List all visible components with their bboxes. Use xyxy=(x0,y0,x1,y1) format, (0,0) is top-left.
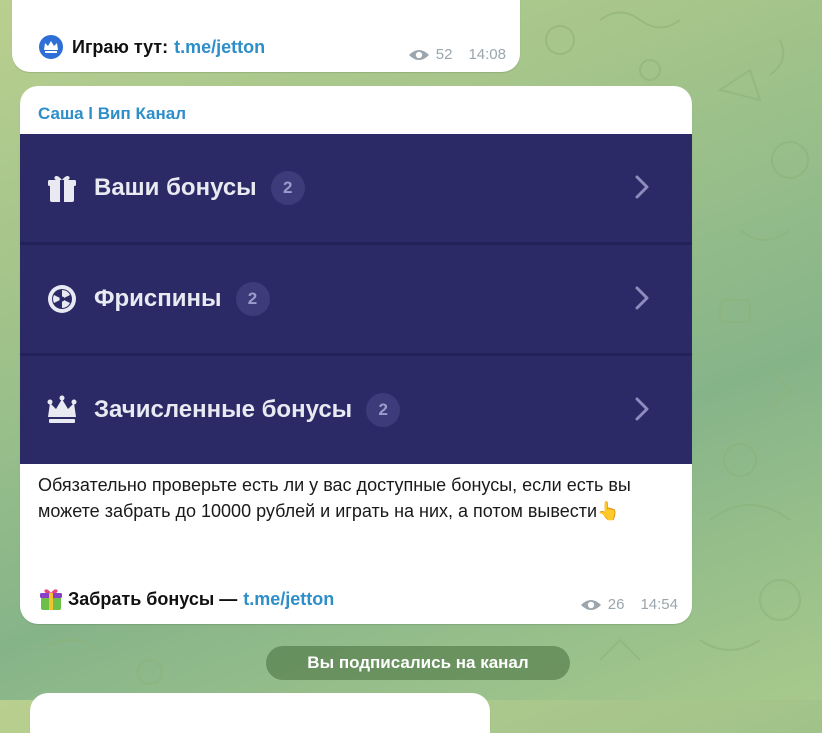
menu-count-badge: 2 xyxy=(235,282,270,316)
menu-row-bonuses: Ваши бонусы 2 xyxy=(20,134,692,242)
pointing-up-emoji: 👆 xyxy=(597,501,620,521)
message-body-text: Обязательно проверьте есть ли у вас дост… xyxy=(38,472,678,524)
message-bubble-top: Играю тут: t.me/jetton 52 14:08 xyxy=(12,0,520,72)
menu-count-badge: 2 xyxy=(270,171,305,205)
message-meta: 52 14:08 xyxy=(408,46,506,63)
menu-label-freespins: Фриспины xyxy=(94,285,222,312)
bonus-menu-image[interactable]: Ваши бонусы 2 Фриспины 2 Зачисленные бон… xyxy=(20,134,692,464)
views-count: 26 xyxy=(607,596,625,613)
message-bubble-next xyxy=(30,693,490,733)
message-meta: 26 14:54 xyxy=(580,596,678,613)
menu-label-credited-bonuses: Зачисленные бонусы xyxy=(94,396,353,423)
menu-count-badge: 2 xyxy=(366,393,401,427)
service-message-subscribed: Вы подписались на канал xyxy=(266,646,570,680)
gift-icon xyxy=(44,170,80,206)
menu-label-bonuses: Ваши бонусы xyxy=(94,174,257,201)
wheel-icon xyxy=(44,281,80,317)
crown-badge-icon xyxy=(38,34,64,60)
message-prefix-text: Играю тут: xyxy=(72,36,169,57)
message-footer-line: Играю тут: t.me/jetton xyxy=(38,34,265,60)
sender-name[interactable]: Саша l Вип Канал xyxy=(38,104,186,124)
message-time: 14:54 xyxy=(640,596,678,613)
crown-icon xyxy=(44,392,80,428)
menu-row-freespins: Фриспины 2 xyxy=(20,245,692,353)
message-time: 14:08 xyxy=(468,46,506,63)
message-body: Обязательно проверьте есть ли у вас дост… xyxy=(38,475,631,521)
footer-prefix-text: Забрать бонусы — xyxy=(68,588,238,609)
chevron-right-icon xyxy=(635,397,649,421)
chevron-right-icon xyxy=(635,286,649,310)
jetton-link[interactable]: t.me/jetton xyxy=(174,37,265,58)
views-eye-icon xyxy=(408,49,429,60)
message-bubble-main: Саша l Вип Канал Ваши бонусы 2 Фриспины … xyxy=(20,86,692,624)
views-eye-icon xyxy=(580,599,601,610)
jetton-link[interactable]: t.me/jetton xyxy=(243,589,334,610)
chevron-right-icon xyxy=(635,175,649,199)
menu-row-credited-bonuses: Зачисленные бонусы 2 xyxy=(20,356,692,464)
gift-emoji-icon xyxy=(38,586,64,612)
message-footer-line: Забрать бонусы — t.me/jetton xyxy=(38,586,334,612)
views-count: 52 xyxy=(435,46,453,63)
